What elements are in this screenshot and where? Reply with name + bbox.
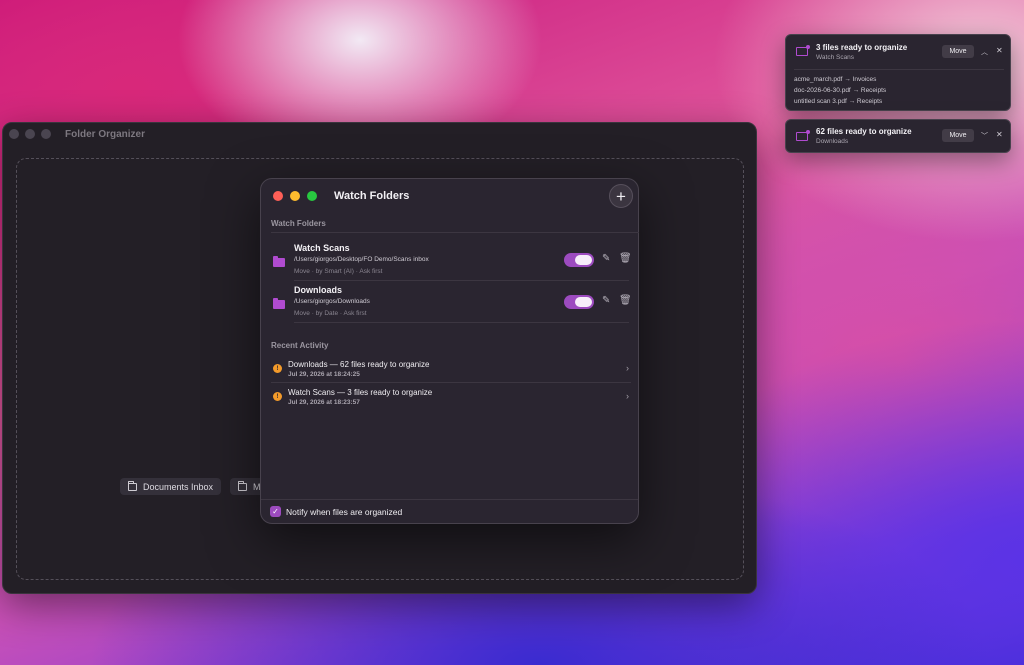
minimize-window-button[interactable]: [25, 129, 35, 139]
file-move-line: acme_march.pdf → Invoices: [794, 76, 876, 83]
window-controls: [273, 191, 317, 201]
folder-badge-icon: [796, 45, 810, 56]
close-window-button[interactable]: [9, 129, 19, 139]
folder-icon: [238, 480, 247, 491]
file-move-line: untitled scan 3.pdf → Receipts: [794, 98, 882, 105]
notify-label: Notify when files are organized: [286, 506, 403, 517]
close-window-button[interactable]: [273, 191, 283, 201]
notification-title: 3 files ready to organize: [816, 43, 908, 52]
activity-title: Downloads — 62 files ready to organize: [288, 360, 430, 369]
notification-watch-scans[interactable]: 3 files ready to organize Watch Scans Mo…: [785, 34, 1011, 111]
main-titlebar: Folder Organizer: [3, 123, 756, 145]
section-label-watch-folders: Watch Folders: [271, 219, 326, 228]
pencil-icon[interactable]: ✎: [602, 295, 610, 306]
folder-rule: Move · by Date · Ask first: [294, 310, 367, 317]
arrow-right-icon: →: [848, 98, 857, 105]
divider: [294, 280, 629, 281]
trash-icon[interactable]: 🗑: [619, 295, 632, 306]
chevron-right-icon: ›: [626, 391, 629, 401]
folder-icon: [128, 480, 137, 491]
activity-row[interactable]: ! Watch Scans — 3 files ready to organiz…: [271, 383, 631, 410]
trash-icon[interactable]: 🗑: [619, 253, 632, 264]
arrow-right-icon: →: [844, 76, 853, 83]
file-name: doc-2026-06-30.pdf: [794, 87, 851, 94]
notification-title: 62 files ready to organize: [816, 127, 912, 136]
activity-date: Jul 29, 2026 at 18:23:57: [288, 399, 360, 406]
notification-downloads[interactable]: 62 files ready to organize Downloads Mov…: [785, 119, 1011, 153]
zoom-window-button[interactable]: [41, 129, 51, 139]
move-button[interactable]: Move: [942, 45, 974, 58]
folder-badge-icon: [796, 130, 810, 141]
file-name: acme_march.pdf: [794, 76, 843, 83]
notify-checkbox[interactable]: ✓: [270, 506, 281, 517]
watch-folders-panel: Watch Folders + Watch Folders Watch Scan…: [260, 178, 639, 524]
file-destination: Receipts: [860, 87, 887, 94]
folder-chip-label: Documents Inbox: [143, 481, 214, 492]
section-label-recent-activity: Recent Activity: [271, 341, 329, 350]
folder-rule: Move · by Smart (AI) · Ask first: [294, 268, 383, 275]
folder-name: Watch Scans: [294, 243, 350, 253]
zoom-window-button[interactable]: [307, 191, 317, 201]
folder-chip-documents-inbox[interactable]: Documents Inbox: [120, 478, 222, 495]
warning-icon: !: [273, 364, 282, 373]
main-window-title: Folder Organizer: [65, 128, 146, 140]
activity-row[interactable]: ! Downloads — 62 files ready to organize…: [271, 355, 631, 382]
file-move-line: doc-2026-06-30.pdf → Receipts: [794, 87, 886, 94]
arrow-right-icon: →: [852, 87, 861, 94]
notification-subtitle: Downloads: [816, 138, 849, 145]
activity-date: Jul 29, 2026 at 18:24:25: [288, 371, 360, 378]
notification-subtitle: Watch Scans: [816, 54, 855, 61]
folder-icon: [273, 298, 285, 309]
file-destination: Receipts: [856, 98, 883, 105]
folder-path: /Users/giorgos/Desktop/FO Demo/Scans inb…: [294, 256, 429, 263]
chevron-right-icon: ›: [626, 363, 629, 373]
folder-icon: [273, 256, 285, 267]
folder-enabled-toggle[interactable]: [564, 253, 594, 267]
watch-folder-row[interactable]: Downloads /Users/giorgos/Downloads Move …: [271, 283, 632, 325]
toggle-knob: [575, 297, 592, 307]
divider: [294, 322, 629, 323]
move-button[interactable]: Move: [942, 129, 974, 142]
panel-footer: ✓ Notify when files are organized: [261, 499, 638, 523]
panel-header: Watch Folders +: [261, 179, 638, 213]
chevron-up-icon[interactable]: ︿: [981, 47, 988, 57]
divider: [794, 69, 1004, 70]
file-name: untitled scan 3.pdf: [794, 98, 847, 105]
folder-enabled-toggle[interactable]: [564, 295, 594, 309]
toggle-knob: [575, 255, 592, 265]
minimize-window-button[interactable]: [290, 191, 300, 201]
activity-title: Watch Scans — 3 files ready to organize: [288, 388, 433, 397]
pencil-icon[interactable]: ✎: [602, 253, 610, 264]
panel-title: Watch Folders: [334, 190, 410, 202]
watch-folder-row[interactable]: Watch Scans /Users/giorgos/Desktop/FO De…: [271, 241, 632, 283]
folder-path: /Users/giorgos/Downloads: [294, 298, 370, 305]
window-controls: [9, 129, 51, 139]
close-icon[interactable]: ✕: [996, 46, 1003, 55]
divider: [271, 232, 639, 233]
folder-name: Downloads: [294, 285, 343, 295]
warning-icon: !: [273, 392, 282, 401]
add-folder-button[interactable]: +: [609, 184, 633, 208]
chevron-down-icon[interactable]: ﹀: [981, 131, 988, 141]
close-icon[interactable]: ✕: [996, 130, 1003, 139]
file-destination: Invoices: [852, 76, 877, 83]
